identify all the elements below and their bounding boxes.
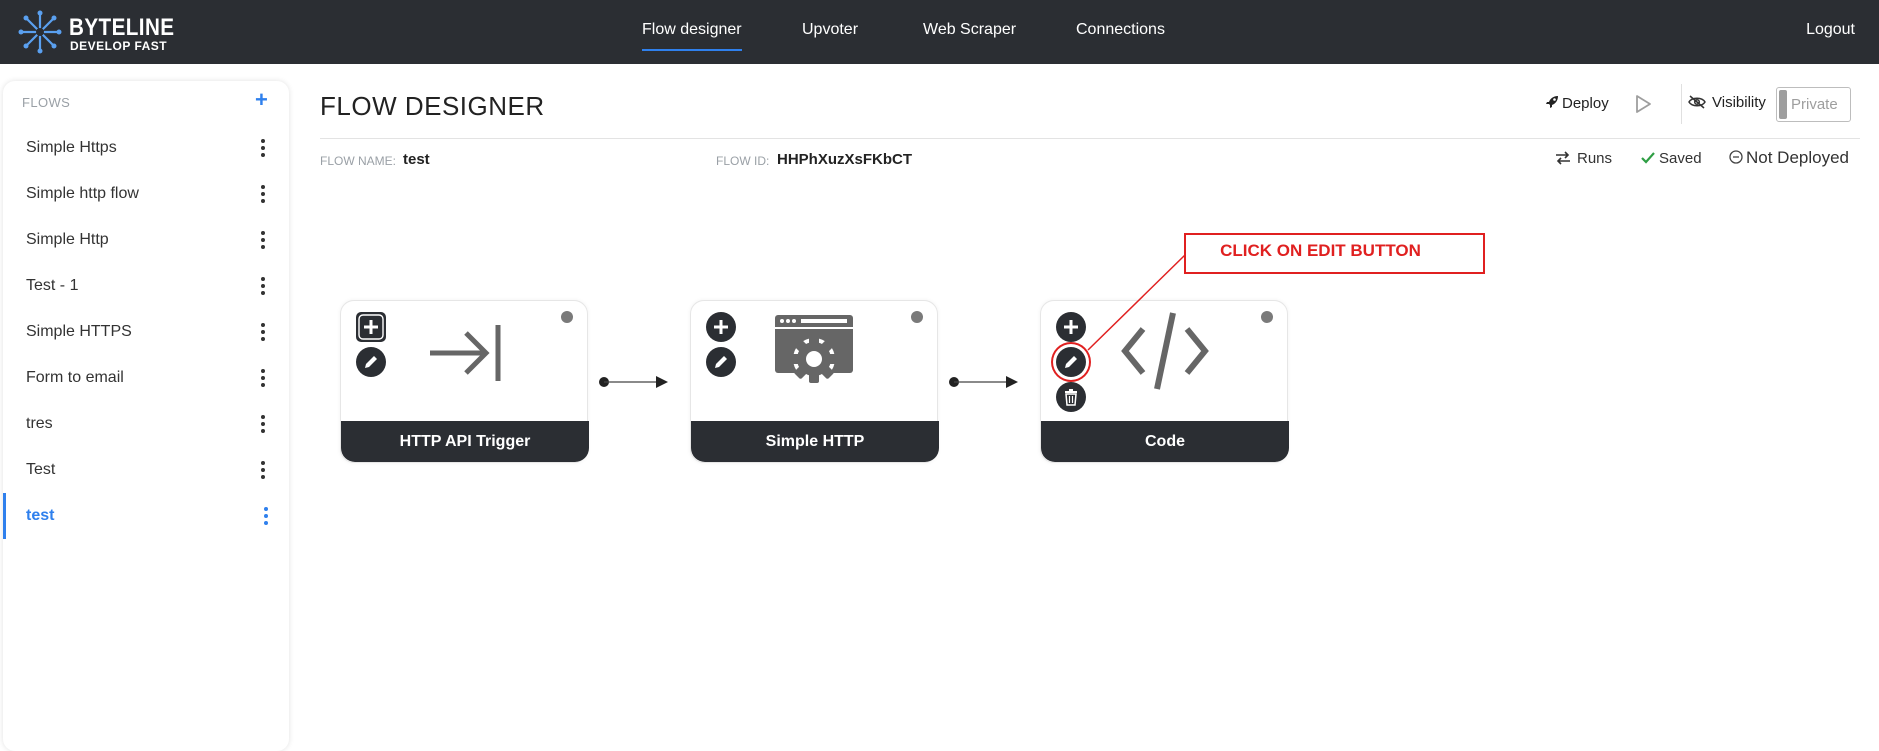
flow-item-active[interactable]: test xyxy=(3,493,289,539)
runs-link[interactable]: Runs xyxy=(1555,150,1612,167)
deploy-status: Not Deployed xyxy=(1729,148,1849,168)
node-title: Simple HTTP xyxy=(691,421,939,462)
flow-node-http-api-trigger[interactable]: HTTP API Trigger xyxy=(340,300,589,463)
kebab-menu-icon[interactable] xyxy=(257,275,269,297)
deploy-status-label: Not Deployed xyxy=(1746,148,1850,167)
visibility-text: Visibility xyxy=(1712,94,1766,111)
logo-title: BYTELINE xyxy=(69,14,175,41)
kebab-menu-icon[interactable] xyxy=(257,321,269,343)
byteline-logo[interactable]: BYTELINE DEVELOP FAST xyxy=(18,10,178,54)
eye-slash-icon xyxy=(1688,95,1706,109)
rocket-icon xyxy=(1546,96,1558,108)
node-title: HTTP API Trigger xyxy=(341,421,589,462)
flow-item-label: Simple HTTPS xyxy=(26,323,132,340)
flow-item-label: Test xyxy=(26,461,56,478)
visibility-toggle[interactable]: Private xyxy=(1776,87,1851,122)
annotation-callout: CLICK ON EDIT BUTTON xyxy=(1184,233,1485,274)
flow-item-label: test xyxy=(26,507,55,524)
edit-button[interactable] xyxy=(706,347,736,377)
flow-item[interactable]: Simple http flow xyxy=(3,171,289,217)
node-connector-arrow xyxy=(949,376,1018,388)
logout-link[interactable]: Logout xyxy=(1806,21,1855,39)
kebab-menu-icon[interactable] xyxy=(257,137,269,159)
kebab-menu-icon[interactable] xyxy=(257,229,269,251)
flow-name-label: FLOW NAME: xyxy=(320,154,397,168)
saved-status: Saved xyxy=(1641,150,1702,167)
status-dot xyxy=(1261,311,1273,323)
kebab-menu-icon[interactable] xyxy=(257,413,269,435)
minus-circle-icon xyxy=(1729,150,1743,164)
flows-sidebar: FLOWS + Simple Https Simple http flow Si… xyxy=(3,81,289,751)
flow-name-value[interactable]: test xyxy=(403,151,430,168)
run-play-icon[interactable] xyxy=(1634,94,1652,114)
plus-icon xyxy=(358,314,384,340)
code-icon xyxy=(1121,312,1209,390)
flow-item[interactable]: Test xyxy=(3,447,289,493)
flow-item-label: Test - 1 xyxy=(26,277,79,294)
runs-label: Runs xyxy=(1577,150,1613,167)
flow-item-label: Form to email xyxy=(26,369,124,386)
flow-item-label: tres xyxy=(26,415,53,432)
flow-item[interactable]: Simple HTTPS xyxy=(3,309,289,355)
delete-button[interactable] xyxy=(1056,382,1086,412)
deploy-button[interactable]: Deploy xyxy=(1545,95,1609,112)
trash-icon xyxy=(1065,389,1077,406)
header-divider-line xyxy=(320,138,1860,139)
plus-icon xyxy=(1064,320,1078,334)
add-step-button[interactable] xyxy=(706,312,736,342)
deploy-label: Deploy xyxy=(1562,95,1609,112)
pencil-icon xyxy=(715,356,727,368)
flow-id-value: HHPhXuzXsFKbCT xyxy=(777,151,912,168)
edit-button[interactable] xyxy=(1056,347,1086,377)
check-icon xyxy=(1641,152,1655,164)
add-flow-plus-icon[interactable]: + xyxy=(255,89,268,111)
flow-node-code[interactable]: Code xyxy=(1040,300,1289,463)
flow-node-simple-http[interactable]: Simple HTTP xyxy=(690,300,939,463)
kebab-menu-icon[interactable] xyxy=(257,367,269,389)
status-dot xyxy=(911,311,923,323)
nav-connections[interactable]: Connections xyxy=(1076,21,1165,39)
pencil-icon xyxy=(1065,356,1077,368)
saved-label: Saved xyxy=(1659,150,1702,167)
plus-icon xyxy=(714,320,728,334)
flow-id-label: FLOW ID: xyxy=(716,154,770,168)
nav-upvoter[interactable]: Upvoter xyxy=(802,21,858,39)
flow-item[interactable]: Simple Http xyxy=(3,217,289,263)
logo-starburst-icon xyxy=(18,10,62,54)
node-title: Code xyxy=(1041,421,1289,462)
toggle-private-label: Private xyxy=(1791,96,1838,113)
annotation-text: CLICK ON EDIT BUTTON xyxy=(1220,241,1421,260)
flow-item-label: Simple Https xyxy=(26,139,117,156)
add-step-button[interactable] xyxy=(1056,312,1086,342)
page-title: FLOW DESIGNER xyxy=(320,91,545,121)
flow-item-label: Simple http flow xyxy=(26,185,139,202)
kebab-menu-icon[interactable] xyxy=(257,183,269,205)
flow-item[interactable]: Simple Https xyxy=(3,125,289,171)
top-navbar: BYTELINE DEVELOP FAST Flow designer Upvo… xyxy=(0,0,1879,64)
flow-item-label: Simple Http xyxy=(26,231,109,248)
nav-web-scraper[interactable]: Web Scraper xyxy=(923,21,1016,39)
toggle-knob xyxy=(1779,90,1787,119)
logo-subtitle: DEVELOP FAST xyxy=(70,39,168,53)
arrow-to-line-icon xyxy=(430,325,501,381)
kebab-menu-icon[interactable] xyxy=(260,505,272,527)
status-dot xyxy=(561,311,573,323)
kebab-menu-icon[interactable] xyxy=(257,459,269,481)
pencil-icon xyxy=(365,356,377,368)
flow-item[interactable]: Form to email xyxy=(3,355,289,401)
nav-flow-designer[interactable]: Flow designer xyxy=(642,21,742,51)
flows-header: FLOWS xyxy=(22,95,71,110)
edit-button[interactable] xyxy=(356,347,386,377)
node-connector-arrow xyxy=(599,376,668,388)
flow-item[interactable]: Test - 1 xyxy=(3,263,289,309)
add-step-button[interactable] xyxy=(356,312,386,342)
flow-item[interactable]: tres xyxy=(3,401,289,447)
visibility-label: Visibility xyxy=(1688,94,1766,111)
browser-gear-icon xyxy=(775,315,853,383)
swap-arrows-icon xyxy=(1556,151,1570,165)
header-divider xyxy=(1681,84,1682,124)
